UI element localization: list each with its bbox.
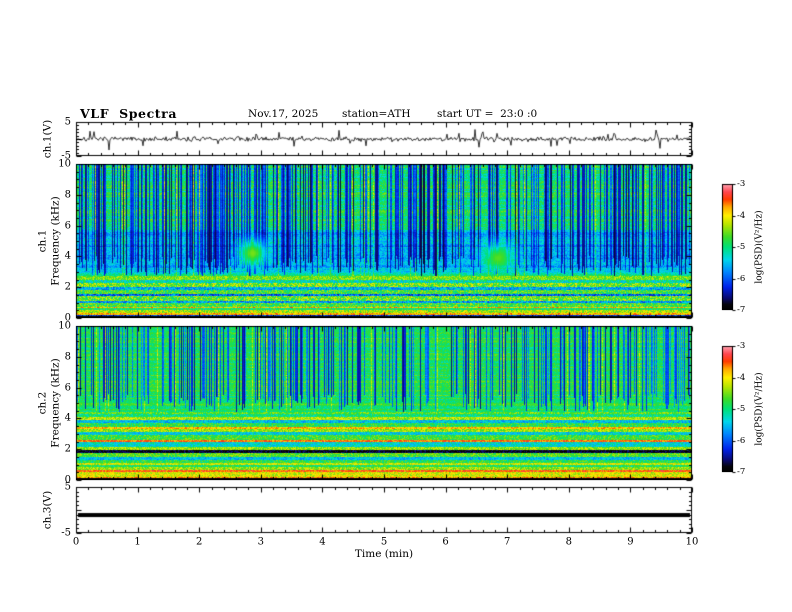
figure-title: VLF Spectra [80,106,178,121]
colorbar-tick-label: -3 [737,341,746,351]
x-tick-label: 1 [134,536,141,548]
axis-label-text: Frequency (kHz) [49,196,61,286]
axis-label-text: ch.1(V) [41,119,54,159]
time-axis-label: Time (min) [354,548,414,560]
voltage-tick-label: -5 [61,527,71,539]
ch2-frequency-axis-label: ch.2 Frequency (kHz) [36,358,61,447]
freq-tick-label: 10 [58,320,71,332]
axis-label-text: ch.2 [36,391,49,415]
ch1-frequency-axis-label: ch.1 Frequency (kHz) [36,196,61,285]
colorbar-tick-label: -4 [737,210,746,221]
x-tick-label: 6 [442,536,449,548]
colorbar-tick-label: -6 [737,435,746,446]
x-tick-label: 7 [504,536,511,548]
voltage-tick-label: 5 [64,116,71,128]
x-tick-label: 0 [72,536,80,548]
figure-date: Nov.17, 2025 [248,108,319,120]
colorbar2-psd-label: log(PSD)(V²/Hz) [754,372,765,446]
freq-tick-label: 4 [64,412,71,424]
x-tick-label: 9 [627,536,634,548]
freq-tick-label: 2 [64,281,71,293]
colorbar-tick-label: -5 [737,242,746,252]
axis-label-text: ch.1 [36,229,49,253]
ch3-voltage-axis-label: ch.3(V) [42,491,55,529]
axis-label-text: Frequency (kHz) [49,358,61,448]
x-tick-label: 4 [319,536,326,548]
colorbar-tick-label: -3 [737,179,746,189]
vlf-spectra-figure: VLF Spectra Nov.17, 2025 station=ATH sta… [0,0,792,612]
figure-station: station=ATH [342,108,411,120]
x-tick-label: 3 [257,536,264,548]
ch1-voltage-axis-label: ch.1(V) [42,120,55,158]
figure-start-ut: start UT = 23:0 :0 [437,108,538,120]
colorbar-tick-label: -4 [737,372,746,383]
colorbar-tick-label: -6 [737,273,746,284]
freq-tick-label: 8 [64,189,71,201]
freq-tick-label: 8 [64,351,71,363]
axes-overlay [0,0,792,612]
freq-tick-label: 6 [64,382,71,394]
axis-label-text: ch.3(V) [41,490,54,530]
voltage-tick-label: 5 [64,481,71,493]
x-tick-label: 5 [380,536,388,548]
colorbar1-psd-label: log(PSD)(V²/Hz) [754,210,765,284]
colorbar-tick-label: -7 [737,467,746,477]
freq-tick-label: 2 [64,443,71,455]
x-tick-label: 2 [196,536,203,548]
x-tick-label: 10 [685,536,699,548]
x-tick-label: 8 [565,536,572,548]
voltage-tick-label: -5 [61,150,71,162]
colorbar-tick-label: -5 [737,404,746,414]
colorbar-tick-label: -7 [737,305,746,315]
freq-tick-label: 4 [64,250,71,262]
freq-tick-label: 6 [64,220,71,232]
